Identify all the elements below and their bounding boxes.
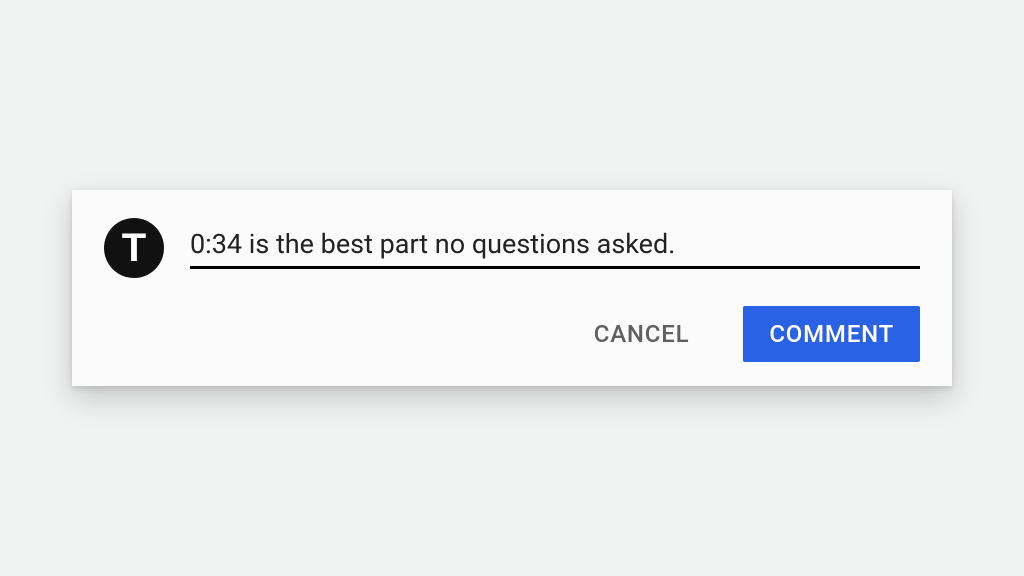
avatar[interactable]: T [104,218,164,278]
comment-button[interactable]: COMMENT [743,306,920,362]
comment-input-row: T [104,218,920,278]
cancel-button[interactable]: CANCEL [568,306,716,362]
comment-compose-box: T CANCEL COMMENT [72,190,952,386]
avatar-letter: T [122,228,146,268]
comment-input[interactable] [190,228,920,260]
comment-actions: CANCEL COMMENT [104,306,920,362]
comment-input-wrap [190,228,920,269]
stage: T CANCEL COMMENT [0,0,1024,576]
